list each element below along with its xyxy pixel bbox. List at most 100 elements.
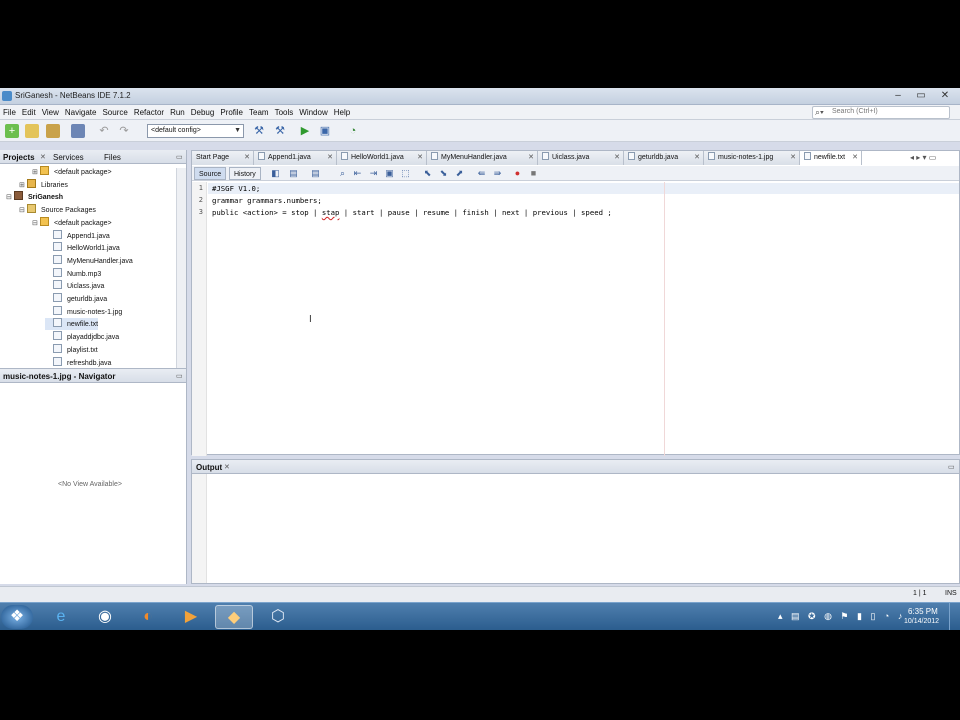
menu-window[interactable]: Window (296, 105, 330, 120)
code-line[interactable]: grammar grammars.numbers; (212, 196, 322, 205)
expander-icon[interactable]: ⊟ (32, 218, 40, 230)
rect-select-icon[interactable]: ⬚ (400, 168, 411, 179)
tab-scroll-controls[interactable]: ◂ ▸ ▾ ▭ (910, 153, 936, 162)
code-area[interactable]: #JSGF V1.0; grammar grammars.numbers; publ… (192, 182, 959, 456)
menu-refactor[interactable]: Refactor (131, 105, 167, 120)
tree-item[interactable]: Uiclass.java (45, 280, 104, 292)
output-title[interactable]: Output (196, 462, 222, 473)
bookmark-next-icon[interactable]: ⬊ (438, 168, 449, 179)
menu-edit[interactable]: Edit (19, 105, 39, 120)
redo-icon[interactable]: ↷ (117, 124, 131, 138)
window-titlebar[interactable]: SriGanesh - NetBeans IDE 7.1.2 – ▭ ✕ (0, 88, 960, 105)
editor-tab[interactable]: Start Page ✕ (192, 151, 254, 165)
code-line[interactable]: #JSGF V1.0; (212, 184, 260, 193)
chrome-icon[interactable]: ◉ (86, 605, 124, 629)
search-input[interactable]: ⌕▾ Search (Ctrl+I) (812, 106, 950, 119)
menu-help[interactable]: Help (331, 105, 353, 120)
media-player-icon[interactable]: ▶ (172, 605, 210, 629)
menu-run[interactable]: Run (167, 105, 188, 120)
close-icon[interactable]: ✕ (852, 151, 858, 165)
last-edit-icon[interactable]: ◧ (270, 168, 281, 179)
menu-profile[interactable]: Profile (217, 105, 246, 120)
open-project-icon[interactable] (46, 124, 60, 138)
minimize-panel-icon[interactable]: ▭ (176, 153, 183, 161)
config-select[interactable]: <default config> ▼ (147, 124, 244, 138)
clean-build-icon[interactable]: ⚒ (273, 124, 287, 138)
close-icon[interactable]: ✕ (224, 463, 230, 471)
expander-icon[interactable]: ⊞ (32, 167, 40, 179)
tree-item[interactable]: playaddjdbc.java (45, 331, 119, 343)
bookmark-previous-icon[interactable]: ⬉ (422, 168, 433, 179)
close-icon[interactable]: ✕ (614, 151, 620, 165)
tree-item[interactable]: ⊟ SriGanesh (6, 191, 63, 203)
shift-left-icon[interactable]: ⇚ (476, 168, 487, 179)
tree-item[interactable]: geturldb.java (45, 293, 107, 305)
editor-tab[interactable]: newfile.txt ✕ (800, 151, 862, 165)
tab-files[interactable]: Files (104, 152, 121, 163)
close-icon[interactable]: ✕ (528, 151, 534, 165)
menu-file[interactable]: File (0, 105, 19, 120)
back-icon[interactable]: ▤ (288, 168, 299, 179)
shift-right-icon[interactable]: ⇛ (492, 168, 503, 179)
menu-view[interactable]: View (39, 105, 62, 120)
tree-item[interactable]: ⊟ Source Packages (19, 204, 96, 216)
run-icon[interactable]: ▶ (298, 124, 312, 138)
tree-item[interactable]: ⊟ <default package> (32, 216, 112, 230)
minimize-button[interactable]: – (887, 89, 909, 103)
close-icon[interactable]: ✕ (40, 153, 46, 161)
editor-tab[interactable]: geturldb.java ✕ (624, 151, 704, 165)
history-view-button[interactable]: History (229, 167, 261, 180)
editor-tab[interactable]: Uiclass.java ✕ (538, 151, 624, 165)
menu-tools[interactable]: Tools (272, 105, 297, 120)
internet-explorer-icon[interactable]: e (42, 605, 80, 629)
close-icon[interactable]: ✕ (327, 151, 333, 165)
build-hammer-icon[interactable]: ⚒ (252, 124, 266, 138)
minimize-panel-icon[interactable]: ▭ (948, 463, 955, 471)
editor-tab[interactable]: MyMenuHandler.java ✕ (427, 151, 538, 165)
tree-item[interactable]: HelloWorld1.java (45, 242, 120, 254)
virtualbox-icon[interactable]: ⬡ (259, 605, 297, 629)
toggle-highlight-icon[interactable]: ▣ (384, 168, 395, 179)
stop-macro-icon[interactable]: ● (512, 168, 523, 179)
forward-icon[interactable]: ▤ (310, 168, 321, 179)
menu-navigate[interactable]: Navigate (62, 105, 100, 120)
save-all-icon[interactable] (71, 124, 85, 138)
tree-item[interactable]: refreshdb.java (45, 356, 111, 369)
menu-team[interactable]: Team (246, 105, 272, 120)
editor-tab[interactable]: music-notes-1.jpg ✕ (704, 151, 800, 165)
expander-icon[interactable]: ⊞ (19, 180, 27, 192)
windows-start-icon[interactable]: ❖ (1, 605, 33, 629)
tree-item[interactable]: Append1.java (45, 229, 110, 242)
navigator-title[interactable]: music-notes-1.jpg - Navigator (3, 371, 115, 382)
close-icon[interactable]: ✕ (244, 151, 250, 165)
system-tray-icons[interactable]: ▴ ▤ ✪ ◍ ⚑ ▮ ▯ ◔ ♪ (778, 611, 905, 622)
expander-icon[interactable]: ⊟ (19, 205, 27, 217)
minimize-panel-icon[interactable]: ▭ (176, 372, 183, 380)
tree-item[interactable]: ⊞ Libraries (19, 178, 68, 192)
code-line[interactable]: public <action> = stop | stap | start | … (212, 208, 612, 217)
find-previous-icon[interactable]: ⇤ (352, 168, 363, 179)
show-desktop-button[interactable] (949, 603, 960, 630)
close-icon[interactable]: ✕ (417, 151, 423, 165)
editor-tab[interactable]: HelloWorld1.java ✕ (337, 151, 427, 165)
close-icon[interactable]: ✕ (694, 151, 700, 165)
expander-icon[interactable]: ⊟ (6, 192, 14, 204)
netbeans-icon[interactable]: ◆ (215, 605, 253, 629)
tree-item[interactable]: playlist.txt (45, 343, 98, 356)
new-project-icon[interactable] (25, 124, 39, 138)
menu-debug[interactable]: Debug (188, 105, 218, 120)
close-button[interactable]: ✕ (934, 89, 956, 103)
tree-item[interactable]: Numb.mp3 (45, 267, 101, 280)
tree-item[interactable]: newfile.txt (45, 318, 99, 331)
source-view-button[interactable]: Source (194, 167, 227, 180)
maximize-button[interactable]: ▭ (910, 89, 932, 103)
find-next-icon[interactable]: ⇥ (368, 168, 379, 179)
new-file-icon[interactable]: + (5, 124, 19, 138)
undo-icon[interactable]: ↶ (97, 124, 111, 138)
tree-item[interactable]: ⊞ <default package> (32, 166, 112, 178)
tab-projects[interactable]: Projects (3, 152, 35, 163)
toggle-bookmark-icon[interactable]: ⬈ (454, 168, 465, 179)
menu-source[interactable]: Source (99, 105, 130, 120)
play-macro-icon[interactable]: ■ (528, 168, 539, 179)
tab-services[interactable]: Services (53, 152, 84, 163)
